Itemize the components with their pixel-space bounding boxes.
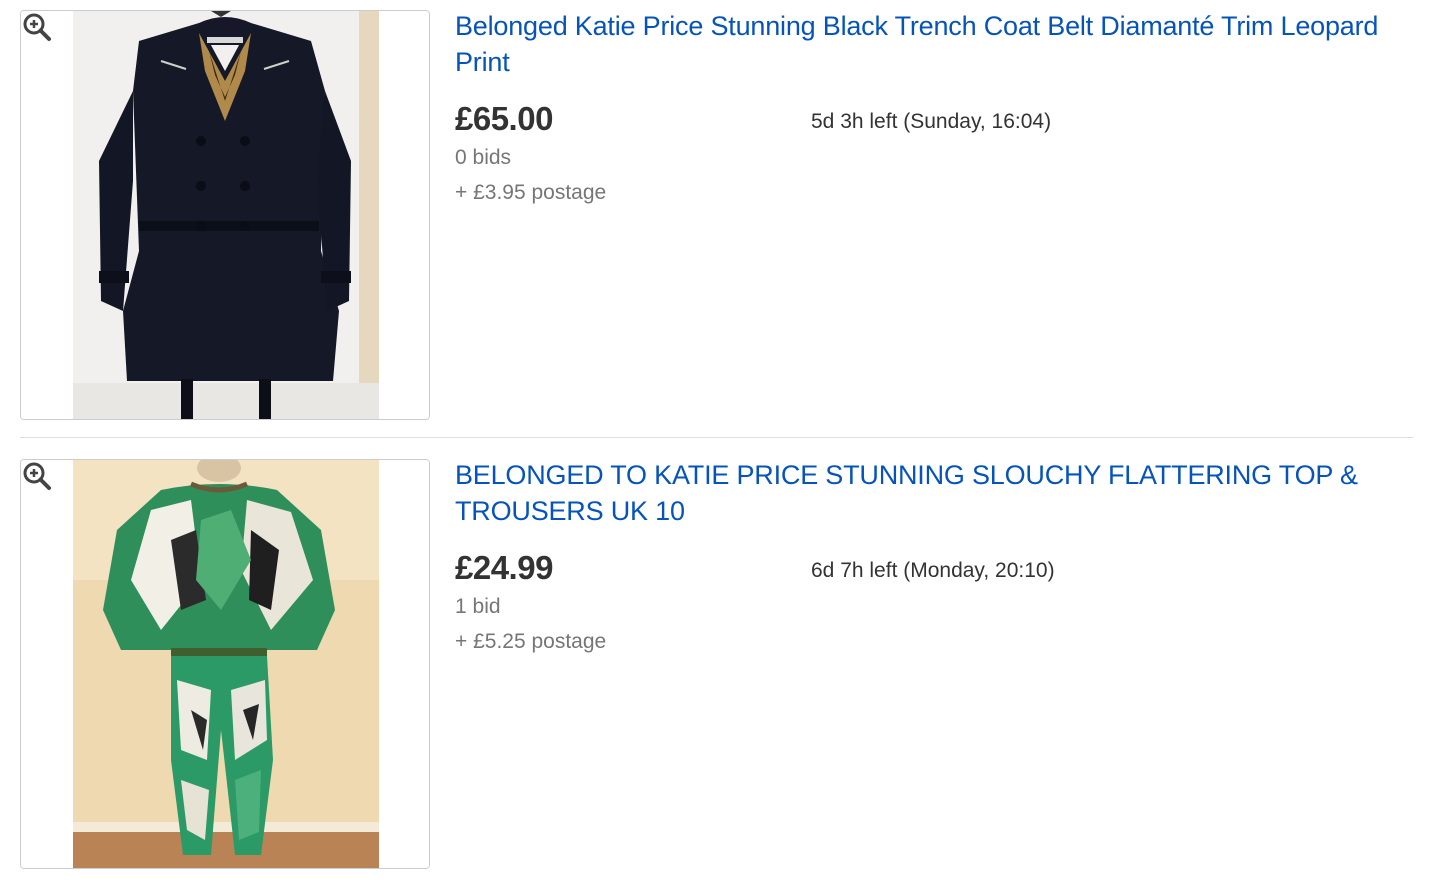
listing-title-link[interactable]: BELONGED TO KATIE PRICE STUNNING SLOUCHY…	[455, 457, 1405, 529]
listing-bid-count: 0 bids	[455, 146, 512, 169]
green-print-outfit-photo	[21, 460, 429, 868]
listing-time-left: 6d 7h left (Monday, 20:10)	[811, 559, 1055, 582]
listing-bid-count: 1 bid	[455, 595, 501, 618]
zoom-in-icon[interactable]	[21, 460, 53, 492]
listing-time-left: 5d 3h left (Sunday, 16:04)	[811, 110, 1052, 133]
listing-thumbnail[interactable]	[20, 10, 430, 420]
listing-price: £24.99	[455, 549, 553, 586]
listing-postage: + £3.95 postage	[455, 181, 607, 204]
listing-item: Belonged Katie Price Stunning Black Tren…	[0, 0, 1440, 430]
zoom-in-icon[interactable]	[21, 11, 53, 43]
black-trench-coat-photo	[21, 11, 429, 419]
listing-item: BELONGED TO KATIE PRICE STUNNING SLOUCHY…	[0, 449, 1440, 879]
listing-thumbnail[interactable]	[20, 459, 430, 869]
listing-price: £65.00	[455, 100, 553, 137]
listing-postage: + £5.25 postage	[455, 630, 607, 653]
listing-divider	[20, 437, 1413, 438]
listing-title-link[interactable]: Belonged Katie Price Stunning Black Tren…	[455, 8, 1405, 80]
